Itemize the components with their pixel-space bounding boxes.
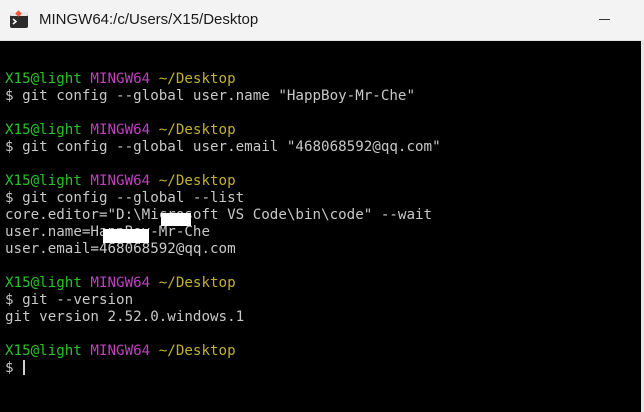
terminal-text: MINGW64 [90, 343, 159, 359]
terminal-text: ~/Desktop [158, 173, 236, 189]
terminal-text: user.email=468068592@qq.com [5, 241, 236, 257]
terminal-line: X15@light MINGW64 ~/Desktop [5, 122, 441, 139]
terminal-text: MINGW64 [90, 275, 159, 291]
git-bash-icon [10, 10, 28, 28]
terminal-text: $ git --version [5, 292, 134, 308]
terminal-text: X15@light [5, 122, 91, 138]
terminal-line: $ git config --global --list [5, 190, 441, 207]
terminal-line: git version 2.52.0.windows.1 [5, 309, 441, 326]
minimize-icon [599, 19, 610, 20]
terminal-text: X15@light [5, 275, 91, 291]
terminal-text: ~/Desktop [158, 71, 236, 87]
minimize-button[interactable] [582, 0, 628, 40]
terminal-text: $ git config --global user.name "HappBoy… [5, 88, 415, 104]
terminal-text: git version 2.52.0.windows.1 [5, 309, 245, 325]
window-title: MINGW64:/c/Users/X15/Desktop [39, 11, 259, 28]
terminal-line: X15@light MINGW64 ~/Desktop [5, 71, 441, 88]
terminal-text: X15@light [5, 173, 91, 189]
terminal-line: user.name=HappBoy-Mr-Che [5, 224, 441, 241]
terminal-line: X15@light MINGW64 ~/Desktop [5, 343, 441, 360]
terminal-line: $ git config --global user.name "HappBoy… [5, 88, 441, 105]
terminal-line: user.email=468068592@qq.com [5, 241, 441, 258]
redaction-mark [161, 213, 191, 226]
terminal-window: MINGW64:/c/Users/X15/Desktop X15@light M… [0, 0, 644, 412]
terminal-output[interactable]: X15@light MINGW64 ~/Desktop $ git config … [0, 41, 644, 412]
terminal-line: $ git --version [5, 292, 441, 309]
terminal-lines: X15@light MINGW64 ~/Desktop $ git config … [5, 54, 441, 377]
terminal-text: $ git config --global --list [5, 190, 245, 206]
redaction-mark [103, 229, 149, 243]
terminal-text: core.editor="D:\Microsoft VS Code\bin\co… [5, 207, 433, 223]
terminal-text: X15@light [5, 343, 91, 359]
terminal-line: core.editor="D:\Microsoft VS Code\bin\co… [5, 207, 441, 224]
terminal-text: ~/Desktop [158, 343, 236, 359]
terminal-text: MINGW64 [90, 173, 159, 189]
title-bar[interactable]: MINGW64:/c/Users/X15/Desktop [0, 0, 644, 41]
terminal-text: $ git config --global user.email "468068… [5, 139, 441, 155]
terminal-line: X15@light MINGW64 ~/Desktop [5, 275, 441, 292]
terminal-line: $ git config --global user.email "468068… [5, 139, 441, 156]
terminal-text: ~/Desktop [158, 122, 236, 138]
terminal-line: $ [5, 360, 441, 377]
terminal-text: MINGW64 [90, 71, 159, 87]
terminal-text: ~/Desktop [158, 275, 236, 291]
terminal-line: X15@light MINGW64 ~/Desktop [5, 173, 441, 190]
terminal-text: MINGW64 [90, 122, 159, 138]
terminal-text: $ [5, 360, 23, 376]
terminal-text: X15@light [5, 71, 91, 87]
text-cursor [23, 360, 26, 375]
